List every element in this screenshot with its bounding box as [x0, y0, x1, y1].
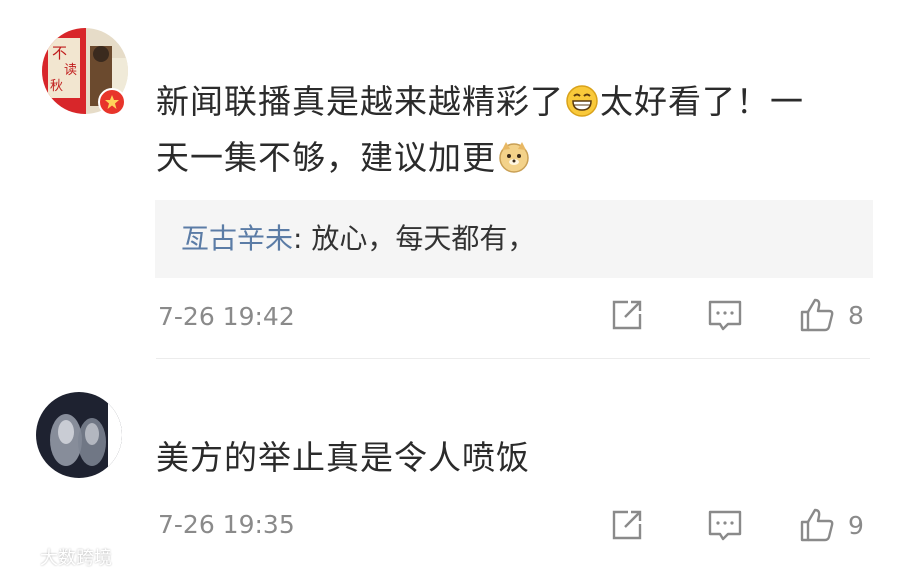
star-icon [105, 95, 119, 109]
comment-item: 美方的举止真是令人喷饭 7-26 19:35 9 [0, 362, 900, 576]
reply-box[interactable]: 亙古辛未: 放心，每天都有， [155, 200, 873, 278]
like-icon[interactable] [798, 506, 836, 544]
svg-text:秋: 秋 [50, 79, 63, 94]
grin-emoji-icon [566, 85, 598, 117]
watermark-text: 大数跨境 [40, 548, 112, 569]
share-icon[interactable] [608, 296, 646, 334]
svg-text:不: 不 [52, 44, 67, 62]
watermark: 大数跨境 [8, 544, 112, 570]
comment-text-part1: 新闻联播真是越来越精彩了 [156, 82, 564, 121]
like-count: 9 [848, 510, 864, 540]
comment-item: 不 读 秋 新闻联播真是越来越精彩了 太好看了！一天一集不够，建议加更 亙古辛未… [0, 0, 900, 360]
comment-text: 新闻联播真是越来越精彩了 太好看了！一天一集不够，建议加更 [156, 74, 806, 186]
doge-emoji-icon [499, 142, 529, 173]
watermark-logo-icon [9, 550, 34, 563]
comment-actions: 9 [608, 506, 864, 544]
timestamp: 7-26 19:42 [158, 302, 295, 331]
divider [156, 358, 870, 359]
timestamp: 7-26 19:35 [158, 510, 295, 539]
comment-icon[interactable] [706, 296, 744, 334]
reply-author[interactable]: 亙古辛未 [181, 222, 293, 255]
comment-text: 美方的举止真是令人喷饭 [156, 438, 530, 477]
avatar[interactable] [36, 392, 122, 478]
comment-actions: 8 [608, 296, 864, 334]
verified-badge [98, 88, 126, 116]
like-icon[interactable] [798, 296, 836, 334]
svg-text:读: 读 [64, 63, 77, 78]
reply-text: : 放心，每天都有， [293, 222, 536, 255]
share-icon[interactable] [608, 506, 646, 544]
like-count: 8 [848, 300, 864, 330]
comment-icon[interactable] [706, 506, 744, 544]
